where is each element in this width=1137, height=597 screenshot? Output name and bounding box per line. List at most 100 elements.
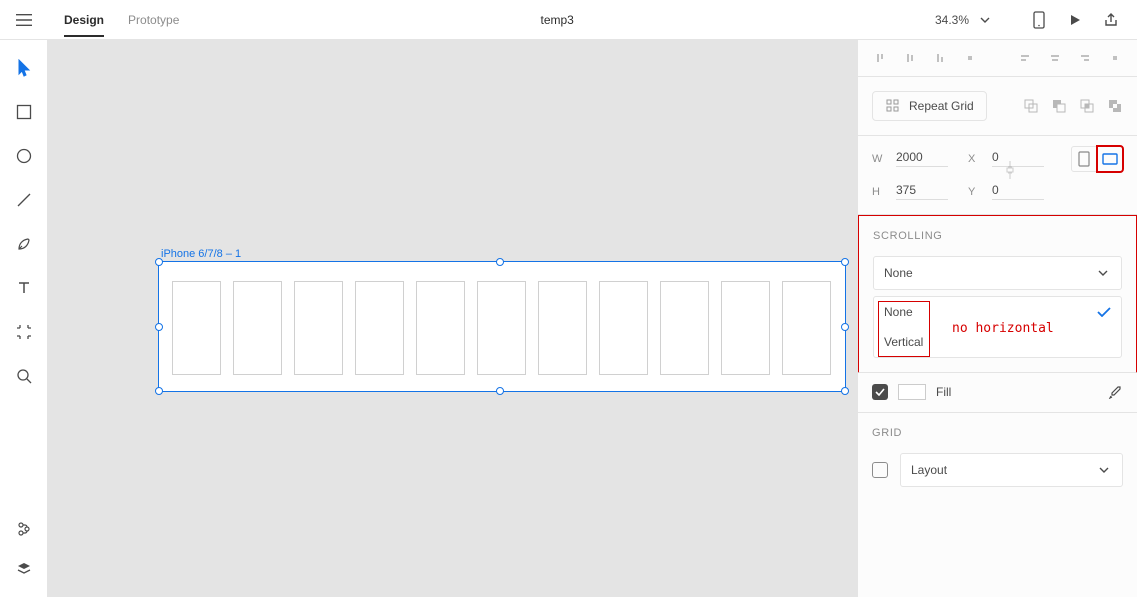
share-icon[interactable]	[1103, 12, 1119, 28]
artboard-tool[interactable]	[14, 322, 34, 342]
mode-tabs: Design Prototype	[48, 0, 179, 39]
dimensions-section: W 2000 X 0 H 375 Y 0	[858, 136, 1137, 215]
scrolling-value: None	[884, 266, 913, 280]
selection-handle[interactable]	[155, 258, 163, 266]
align-row	[858, 40, 1137, 77]
grid-cell[interactable]	[599, 281, 648, 375]
repeat-grid-content[interactable]	[172, 281, 831, 375]
fill-checkbox[interactable]	[872, 384, 888, 400]
distribute-h-icon[interactable]	[1107, 50, 1123, 66]
width-input[interactable]: 2000	[896, 150, 948, 167]
document-title: temp3	[179, 13, 935, 27]
chevron-down-icon	[977, 12, 993, 28]
boolean-subtract-icon[interactable]	[1051, 98, 1067, 114]
selection-handle[interactable]	[155, 387, 163, 395]
ellipse-tool[interactable]	[14, 146, 34, 166]
device-preview-icon[interactable]	[1031, 12, 1047, 28]
y-label: Y	[968, 186, 980, 198]
check-icon	[1097, 307, 1111, 317]
select-tool[interactable]	[14, 58, 34, 78]
text-tool[interactable]	[14, 278, 34, 298]
tab-design[interactable]: Design	[64, 13, 104, 37]
option-label: Vertical	[884, 335, 923, 349]
lock-aspect-icon[interactable]	[1002, 162, 1018, 178]
grid-cell[interactable]	[721, 281, 770, 375]
grid-cell[interactable]	[172, 281, 221, 375]
grid-cell[interactable]	[538, 281, 587, 375]
grid-type-select[interactable]: Layout	[900, 453, 1123, 487]
layers-panel-button[interactable]	[14, 559, 34, 579]
height-label: H	[872, 186, 884, 198]
align-left-icon[interactable]	[1017, 50, 1033, 66]
grid-cell[interactable]	[294, 281, 343, 375]
grid-cell[interactable]	[355, 281, 404, 375]
main-area: iPhone 6/7/8 – 1	[0, 40, 1137, 597]
repeat-grid-label: Repeat Grid	[909, 99, 974, 113]
scrolling-select[interactable]: None	[873, 256, 1122, 290]
align-top-icon[interactable]	[872, 50, 888, 66]
pen-tool[interactable]	[14, 234, 34, 254]
boolean-add-icon[interactable]	[1023, 98, 1039, 114]
inspector-panel: Repeat Grid W 2000 X 0 H 375 Y 0	[857, 40, 1137, 597]
eyedropper-icon[interactable]	[1107, 384, 1123, 400]
tool-strip	[0, 40, 48, 597]
x-input[interactable]: 0	[992, 150, 1044, 167]
selection-handle[interactable]	[841, 387, 849, 395]
x-label: X	[968, 153, 980, 165]
landscape-button[interactable]	[1097, 146, 1123, 172]
distribute-v-icon[interactable]	[962, 50, 978, 66]
artboard-label[interactable]: iPhone 6/7/8 – 1	[161, 248, 241, 260]
align-bottom-icon[interactable]	[932, 50, 948, 66]
selection-handle[interactable]	[155, 323, 163, 331]
grid-checkbox[interactable]	[872, 462, 888, 478]
orientation-toggle	[1071, 146, 1123, 172]
align-right-icon[interactable]	[1077, 50, 1093, 66]
boolean-intersect-icon[interactable]	[1079, 98, 1095, 114]
assets-panel-button[interactable]	[14, 519, 34, 539]
chevron-down-icon	[1095, 265, 1111, 281]
hamburger-menu-button[interactable]	[0, 0, 48, 39]
boolean-exclude-icon[interactable]	[1107, 98, 1123, 114]
top-right-actions	[1001, 12, 1137, 28]
portrait-button[interactable]	[1071, 146, 1097, 172]
hamburger-icon	[16, 12, 32, 28]
zoom-value: 34.3%	[935, 13, 969, 27]
height-input[interactable]: 375	[896, 183, 948, 200]
chevron-down-icon	[1096, 462, 1112, 478]
scrolling-dropdown: None Vertical no horizontal	[873, 296, 1122, 358]
top-bar: Design Prototype temp3 34.3%	[0, 0, 1137, 40]
selection-handle[interactable]	[841, 258, 849, 266]
grid-cell[interactable]	[782, 281, 831, 375]
selection-handle[interactable]	[496, 387, 504, 395]
grid-cell[interactable]	[233, 281, 282, 375]
zoom-tool[interactable]	[14, 366, 34, 386]
scrolling-title: SCROLLING	[873, 230, 1122, 242]
canvas[interactable]: iPhone 6/7/8 – 1	[48, 40, 857, 597]
grid-title: GRID	[872, 427, 1123, 439]
grid-cell[interactable]	[660, 281, 709, 375]
grid-type-value: Layout	[911, 463, 947, 477]
align-vcenter-icon[interactable]	[902, 50, 918, 66]
scrolling-option-vertical[interactable]: Vertical	[874, 327, 1121, 357]
grid-cell[interactable]	[477, 281, 526, 375]
repeat-grid-icon	[885, 98, 901, 114]
repeat-grid-button[interactable]: Repeat Grid	[872, 91, 987, 121]
selection-handle[interactable]	[496, 258, 504, 266]
fill-swatch[interactable]	[898, 384, 926, 400]
scrolling-section: SCROLLING None None Vertical no horizont…	[857, 214, 1137, 373]
tab-prototype[interactable]: Prototype	[128, 13, 179, 27]
fill-row: Fill	[858, 372, 1137, 413]
rectangle-tool[interactable]	[14, 102, 34, 122]
fill-label: Fill	[936, 385, 951, 399]
y-input[interactable]: 0	[992, 183, 1044, 200]
grid-section: GRID Layout	[858, 413, 1137, 501]
grid-cell[interactable]	[416, 281, 465, 375]
align-hcenter-icon[interactable]	[1047, 50, 1063, 66]
option-label: None	[884, 305, 913, 319]
scrolling-option-none[interactable]: None	[874, 297, 1121, 327]
selection-handle[interactable]	[841, 323, 849, 331]
zoom-control[interactable]: 34.3%	[935, 12, 1001, 28]
play-icon[interactable]	[1067, 12, 1083, 28]
line-tool[interactable]	[14, 190, 34, 210]
repeat-grid-row: Repeat Grid	[858, 77, 1137, 136]
